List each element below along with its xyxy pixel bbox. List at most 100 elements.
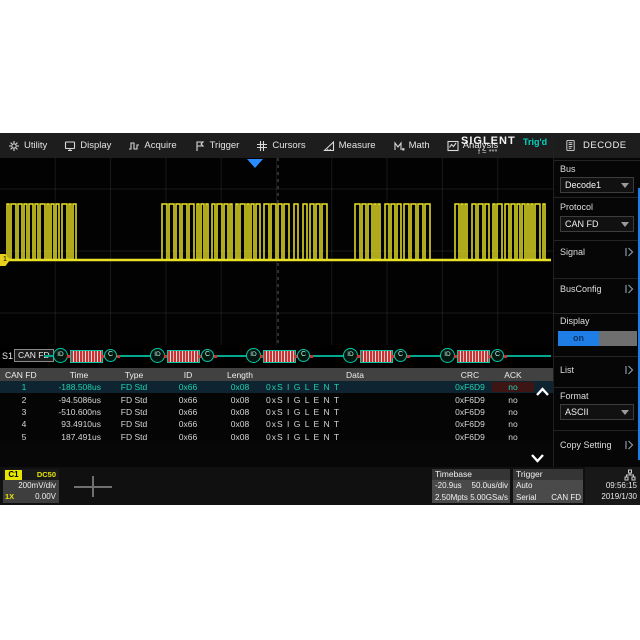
menu-item-measure[interactable]: Measure (323, 140, 376, 152)
gear-icon (8, 140, 20, 152)
timebase-descriptor[interactable]: Timebase -20.9us 50.0us/div 2.50Mpts 5.0… (432, 469, 510, 503)
frame-crc-badge: C (394, 349, 407, 362)
timebase-scale: 50.0us/div (472, 480, 508, 492)
table-row[interactable]: 2-94.5086usFD Std0x660x080xS I G L E N T… (0, 393, 553, 405)
frame-mark (214, 355, 217, 358)
sidebar-title-label: DECODE (583, 140, 627, 151)
table-cell: FD Std (110, 407, 158, 417)
trigger-descriptor[interactable]: Trigger Auto Serial CAN FD (513, 469, 583, 503)
table-header-cell: Type (110, 370, 158, 380)
status-bar: C1 DC50 200mV/div 1X 0.00V Timebase -20.… (0, 467, 640, 505)
display-toggle[interactable]: on (558, 331, 637, 346)
submenu-arrow-icon (624, 440, 634, 450)
frame-id-badge: ID (343, 348, 358, 363)
signal-label: Signal (560, 247, 585, 257)
scroll-up-icon[interactable] (535, 384, 550, 402)
frame-data-bits (70, 350, 103, 363)
decode-table-body: 1-188.508usFD Std0x660x080xS I G L E N T… (0, 381, 553, 443)
bus-source-label: S1 (2, 351, 13, 361)
table-cell: 0xS I G L E N T (262, 419, 448, 429)
bus-label: Bus (560, 164, 576, 174)
menu-item-utility[interactable]: Utility (8, 140, 47, 152)
table-cell: FD Std (110, 382, 158, 392)
frame-crc-badge: C (201, 349, 214, 362)
table-cell: FD Std (110, 432, 158, 442)
menu-item-label: Trigger (210, 140, 240, 151)
clock-time: 09:56:15 (606, 481, 637, 490)
format-label: Format (560, 391, 589, 401)
menu-item-label: Cursors (272, 140, 305, 151)
table-cell: 0xF6D9 (448, 407, 492, 417)
clock-panel: 09:56:15 2019/1/30 (585, 467, 640, 505)
channel1-descriptor[interactable]: C1 DC50 200mV/div 1X 0.00V (3, 469, 59, 503)
chevron-down-icon (621, 183, 629, 188)
waveform-plot[interactable] (0, 158, 553, 345)
menu-item-cursors[interactable]: Cursors (256, 140, 305, 152)
frame-id-badge: ID (440, 348, 455, 363)
table-row[interactable]: 3-510.600nsFD Std0x660x080xS I G L E N T… (0, 406, 553, 418)
table-cell: 1 (0, 382, 48, 392)
table-cell: -510.600ns (48, 407, 110, 417)
bus-select[interactable]: Decode1 (560, 177, 634, 193)
format-select-value: ASCII (565, 407, 589, 417)
display-toggle-off[interactable] (599, 331, 637, 346)
clock-date: 2019/1/30 (601, 492, 637, 501)
table-row[interactable]: 1-188.508usFD Std0x660x080xS I G L E N T… (0, 381, 553, 393)
table-cell: 0x08 (218, 382, 262, 392)
menu-item-acquire[interactable]: Acquire (128, 140, 176, 152)
table-cell: 0xF6D9 (448, 382, 492, 392)
menu-item-trigger[interactable]: Trigger (194, 140, 240, 152)
table-cell: no (492, 395, 534, 405)
page: Utility Display Acquire Trigger Cursors Measu… (0, 0, 640, 640)
trigger-type: Serial (516, 492, 536, 504)
menu-item-display[interactable]: Display (64, 140, 111, 152)
menu-item-label: Display (80, 140, 111, 151)
frame-crc-badge: C (104, 349, 117, 362)
cursors-icon (256, 140, 268, 152)
chevron-down-icon (621, 222, 629, 227)
table-cell: 0x66 (158, 395, 218, 405)
frame-mark (117, 355, 120, 358)
trigger-protocol: CAN FD (551, 492, 581, 504)
table-cell: 3 (0, 407, 48, 417)
copy-setting-menu-item[interactable]: Copy Setting (560, 438, 636, 452)
channel1-scale: 200mV/div (18, 480, 56, 491)
signal-menu-item[interactable]: Signal (560, 245, 636, 259)
oscilloscope-screen: Utility Display Acquire Trigger Cursors Measu… (0, 133, 640, 505)
timebase-delay: -20.9us (435, 480, 462, 492)
menu-item-label: Acquire (144, 140, 176, 151)
waveform-trace (0, 158, 553, 345)
trigger-flag-icon (194, 140, 206, 152)
table-cell: 0xS I G L E N T (262, 395, 448, 405)
timebase-title: Timebase (435, 469, 472, 480)
acquire-icon (128, 140, 140, 152)
table-cell: 5 (0, 432, 48, 442)
menu-items: Utility Display Acquire Trigger Cursors Measu… (8, 133, 498, 158)
table-header-cell: Length (218, 370, 262, 380)
measure-icon (323, 140, 335, 152)
display-toggle-on[interactable]: on (558, 331, 599, 346)
table-cell: 0x08 (218, 395, 262, 405)
copy-setting-label: Copy Setting (560, 440, 612, 450)
frame-data-bits (457, 350, 490, 363)
frequency-readout: f = *** (478, 147, 497, 156)
table-row[interactable]: 493.4910usFD Std0x660x080xS I G L E N T0… (0, 418, 553, 430)
table-header-cell: ACK (492, 370, 534, 380)
list-menu-item[interactable]: List (560, 363, 636, 377)
table-cell: 0x08 (218, 432, 262, 442)
frame-data-bits (167, 350, 200, 363)
format-select[interactable]: ASCII (560, 404, 634, 420)
frame-crc-badge: C (297, 349, 310, 362)
menubar: Utility Display Acquire Trigger Cursors Measu… (0, 133, 640, 158)
table-header-cell: Time (48, 370, 110, 380)
trigger-position-marker-icon[interactable] (247, 159, 263, 168)
protocol-select[interactable]: CAN FD (560, 216, 634, 232)
submenu-arrow-icon (624, 247, 634, 257)
table-row[interactable]: 5187.491usFD Std0x660x080xS I G L E N T0… (0, 431, 553, 443)
table-cell: no (492, 419, 534, 429)
busconfig-menu-item[interactable]: BusConfig (560, 282, 636, 296)
decode-doc-icon (565, 139, 576, 152)
frame-crc-badge: C (491, 349, 504, 362)
busconfig-label: BusConfig (560, 284, 602, 294)
menu-item-math[interactable]: Math (393, 140, 430, 152)
